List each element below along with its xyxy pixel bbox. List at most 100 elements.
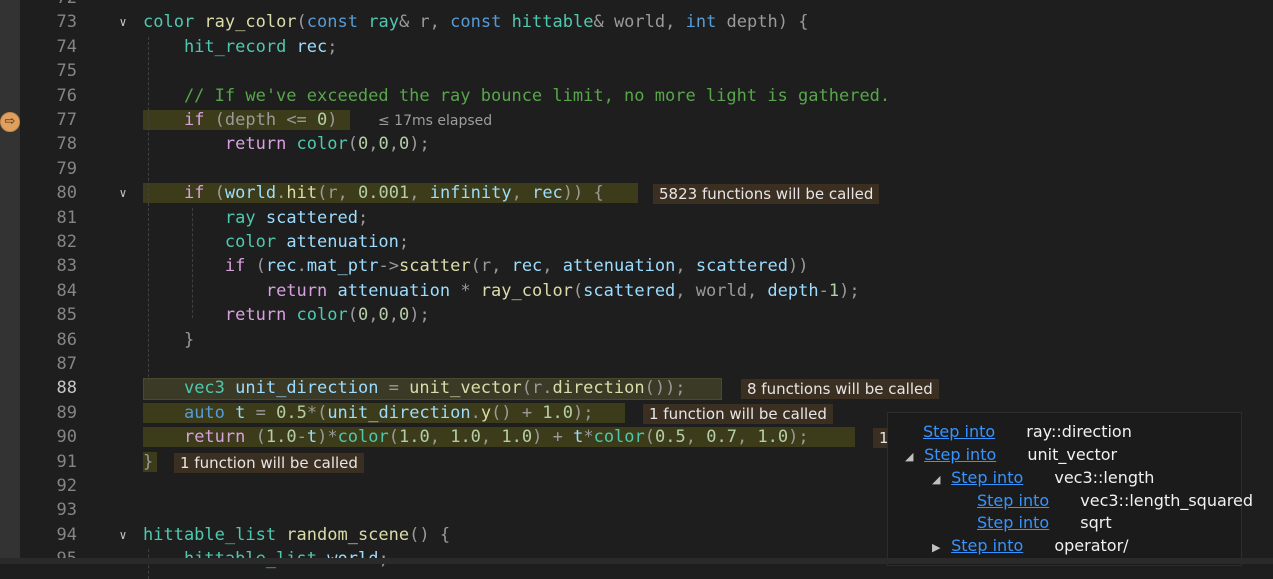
- chevron-down-icon[interactable]: ∨: [116, 523, 130, 547]
- code-token: world: [224, 183, 277, 204]
- line-number: 81: [56, 207, 77, 228]
- code-text[interactable]: if (depth <= 0): [143, 108, 338, 132]
- code-token: hit: [286, 183, 318, 204]
- code-text[interactable]: if (rec.mat_ptr->scatter(r, rec, attenua…: [143, 254, 809, 278]
- code-token: -: [818, 280, 829, 301]
- code-line[interactable]: 72: [0, 0, 1273, 10]
- step-into-link[interactable]: Step into: [977, 513, 1049, 532]
- code-text[interactable]: ray scattered;: [143, 206, 368, 230]
- code-line[interactable]: 87: [0, 352, 1273, 376]
- code-token: -: [296, 427, 307, 448]
- code-token: 1: [828, 280, 840, 301]
- code-token: 1.0: [265, 427, 297, 448]
- code-line[interactable]: 74 hit_record rec;: [0, 35, 1273, 59]
- line-number: 92: [56, 476, 77, 496]
- code-token: ray: [368, 12, 399, 33]
- code-text[interactable]: // If we've exceeded the ray bounce limi…: [143, 84, 890, 108]
- code-line[interactable]: 78 return color(0,0,0);: [0, 132, 1273, 156]
- line-number: 84: [56, 280, 77, 301]
- step-into-link[interactable]: Step into: [951, 536, 1023, 555]
- collapse-triangle-icon[interactable]: ◢: [905, 446, 919, 468]
- function-name: ray::direction: [1026, 422, 1132, 441]
- code-line[interactable]: 81 ray scattered;: [0, 206, 1273, 230]
- code-line[interactable]: 85 return color(0,0,0);: [0, 303, 1273, 327]
- code-line[interactable]: 75: [0, 59, 1273, 83]
- code-text[interactable]: return attenuation * ray_color(scattered…: [143, 279, 860, 303]
- line-number: 91: [56, 451, 77, 472]
- code-token: ;: [398, 232, 410, 252]
- code-token: ());: [644, 378, 686, 399]
- step-into-link[interactable]: Step into: [924, 445, 996, 464]
- code-token: depth: [767, 280, 819, 301]
- chevron-down-icon[interactable]: ∨: [116, 181, 130, 205]
- code-token: hit_record: [183, 36, 297, 57]
- code-token: mat_ptr: [306, 256, 379, 277]
- code-line[interactable]: 73 ∨ color ray_color(const ray& r, const h…: [0, 10, 1273, 34]
- code-token: );: [839, 280, 860, 301]
- code-text[interactable]: hit_record rec;: [143, 35, 338, 59]
- code-token: scattered: [695, 256, 788, 277]
- code-text[interactable]: return (1.0-t)*color(1.0, 1.0, 1.0) + t*…: [143, 425, 809, 449]
- code-text[interactable]: return color(0,0,0);: [143, 132, 430, 156]
- code-line[interactable]: 86 }: [0, 328, 1273, 352]
- code-token: &: [593, 12, 614, 33]
- code-token: hittable_list: [143, 524, 287, 545]
- code-line[interactable]: 76 // If we've exceeded the ray bounce l…: [0, 84, 1273, 108]
- horizontal-scrollbar[interactable]: [0, 558, 1273, 564]
- code-text[interactable]: vec3 unit_direction = unit_vector(r.dire…: [143, 376, 686, 400]
- step-into-link[interactable]: Step into: [923, 422, 995, 441]
- code-token: );: [409, 305, 430, 326]
- code-token: 0: [378, 134, 389, 155]
- code-text[interactable]: }: [143, 450, 153, 474]
- code-token: ,: [409, 183, 430, 204]
- code-text[interactable]: color ray_color(const ray& r, const hitt…: [143, 10, 808, 34]
- code-text[interactable]: hittable_list random_scene() {: [143, 523, 450, 547]
- code-token: unit_direction: [235, 378, 389, 399]
- code-text[interactable]: return color(0,0,0);: [143, 303, 430, 327]
- code-text[interactable]: if (world.hit(r, 0.001, infinity, rec)) …: [143, 181, 604, 205]
- code-token: () +: [491, 402, 543, 423]
- code-token: direction: [552, 378, 645, 399]
- code-token: 1.0: [542, 402, 574, 423]
- code-text[interactable]: color attenuation;: [143, 230, 409, 254]
- code-line[interactable]: 84 return attenuation * ray_color(scatte…: [0, 279, 1273, 303]
- line-number: 78: [56, 134, 77, 155]
- code-line[interactable]: 83 if (rec.mat_ptr->scatter(r, rec, atte…: [0, 254, 1273, 278]
- collapse-triangle-icon[interactable]: ◢: [932, 469, 946, 491]
- code-token: return: [224, 134, 297, 155]
- code-token: ,: [480, 427, 502, 448]
- code-token: rec: [265, 256, 297, 277]
- function-name: operator/: [1054, 536, 1129, 555]
- code-line[interactable]: 79: [0, 157, 1273, 181]
- function-name: sqrt: [1080, 513, 1112, 532]
- code-token: hittable: [511, 12, 594, 33]
- code-token: color: [593, 427, 645, 448]
- code-token: }: [143, 329, 195, 350]
- step-into-link[interactable]: Step into: [951, 468, 1023, 487]
- code-line[interactable]: 82 color attenuation;: [0, 230, 1273, 254]
- line-number: 73: [56, 12, 77, 33]
- code-token: y: [480, 402, 492, 423]
- step-into-popup: Step into ray::direction ◢ Step into uni…: [887, 412, 1253, 566]
- code-line[interactable]: 77 if (depth <= 0): [0, 108, 1273, 132]
- code-line[interactable]: 88 vec3 unit_direction = unit_vector(r.d…: [0, 376, 1273, 401]
- line-number: 93: [56, 500, 77, 521]
- step-into-link[interactable]: Step into: [977, 491, 1049, 510]
- code-text[interactable]: auto t = 0.5*(unit_direction.y() + 1.0);: [143, 401, 594, 425]
- chevron-down-icon[interactable]: ∨: [116, 10, 130, 34]
- code-token: rec: [532, 183, 563, 204]
- expand-triangle-icon[interactable]: ▶: [932, 537, 946, 559]
- code-text[interactable]: }: [143, 328, 194, 352]
- code-token: );: [788, 427, 809, 448]
- code-token: =: [255, 402, 277, 423]
- code-token: ray_color: [204, 12, 297, 33]
- code-token: int: [685, 12, 727, 33]
- code-token: 1.0: [501, 427, 533, 448]
- line-number: 85: [56, 305, 77, 326]
- code-line[interactable]: 80 ∨ if (world.hit(r, 0.001, infinity, re…: [0, 181, 1273, 205]
